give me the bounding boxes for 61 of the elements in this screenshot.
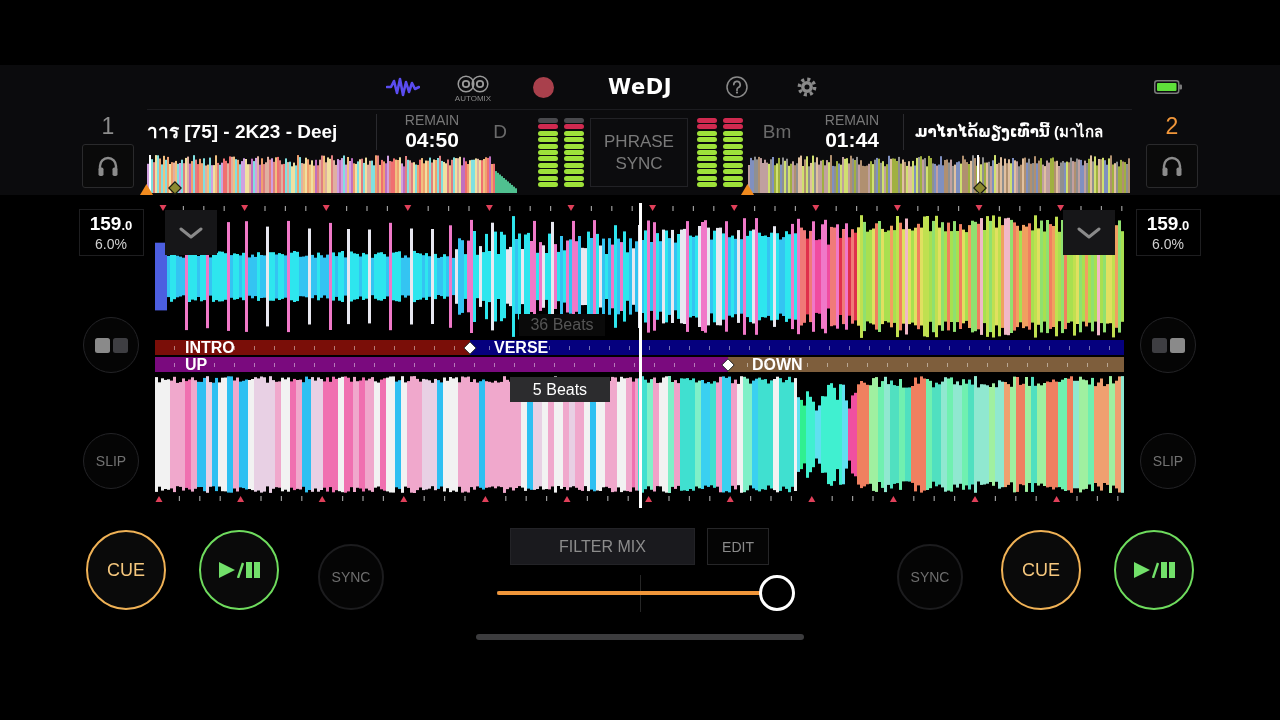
two-squares-icon — [94, 337, 128, 353]
track-title: าาร [75] - 2K23 - Deej — [147, 120, 339, 144]
help-button[interactable] — [726, 76, 748, 98]
track-title: ມາໄກໄດ້ພຽງເທົ່ານີ້ (มาไกล — [915, 121, 1104, 143]
app-logo: WeDJ — [608, 75, 672, 99]
remaining-time: 01:44 — [825, 128, 879, 151]
sync-button[interactable]: SYNC — [897, 544, 963, 610]
triangle-marker-icon — [741, 184, 754, 195]
deck-number: 1 — [101, 113, 115, 139]
crossfader-thumb[interactable] — [759, 575, 796, 611]
slip-button[interactable]: SLIP — [1140, 433, 1196, 489]
automix-button[interactable]: AUTOMIX — [454, 75, 492, 103]
cue-button[interactable]: CUE — [1001, 530, 1081, 610]
bpm-value: 159.0 — [88, 212, 134, 236]
chevron-down-icon — [179, 226, 203, 239]
remain-label: REMAIN — [824, 113, 880, 128]
play-pause-icon — [218, 562, 260, 578]
pad-mode-button[interactable] — [1140, 317, 1196, 373]
diamond-marker-icon — [463, 340, 477, 355]
filter-mix-button[interactable]: FILTER MIX — [510, 528, 695, 565]
waveform-icon — [386, 77, 420, 97]
phrase-sync-button[interactable]: PHRASE SYNC — [590, 118, 688, 187]
bpm-value: 159.0 — [1145, 212, 1191, 236]
dropdown-button[interactable] — [165, 210, 217, 255]
beat-count-label: 36 Beats — [519, 314, 605, 336]
phrase-label: VERSE — [494, 340, 549, 355]
phrase-label: UP — [185, 357, 208, 372]
help-icon — [726, 76, 748, 98]
pad-mode-button[interactable] — [83, 317, 139, 373]
settings-icon — [797, 77, 817, 97]
pitch-value: 6.0% — [1151, 236, 1185, 252]
key-label: Bm — [761, 121, 793, 143]
settings-button[interactable] — [797, 77, 817, 97]
beat-count-label: 5 Beats — [510, 377, 610, 402]
diamond-marker-icon — [168, 181, 182, 195]
chevron-down-icon — [1077, 226, 1101, 239]
phrase-label: DOWN — [752, 357, 803, 372]
remain-label: REMAIN — [404, 113, 460, 128]
phrase-label: INTRO — [185, 340, 235, 355]
diamond-marker-icon — [973, 181, 987, 195]
deck-number: 2 — [1165, 113, 1179, 139]
diamond-marker-icon — [721, 357, 735, 372]
headphones-icon — [1160, 155, 1184, 177]
dropdown-button[interactable] — [1063, 210, 1115, 255]
two-squares-icon — [1151, 337, 1185, 353]
triangle-marker-icon — [140, 184, 153, 195]
headphone-cue-button[interactable] — [82, 144, 134, 188]
pitch-value: 6.0% — [94, 236, 128, 252]
play-pause-icon — [1133, 562, 1175, 578]
cue-button[interactable]: CUE — [86, 530, 166, 610]
headphones-icon — [96, 155, 120, 177]
sync-button[interactable]: SYNC — [318, 544, 384, 610]
record-button[interactable] — [532, 76, 554, 98]
battery-icon — [1154, 80, 1182, 94]
slip-button[interactable]: SLIP — [83, 433, 139, 489]
edit-button[interactable]: EDIT — [707, 528, 769, 565]
remaining-time: 04:50 — [405, 128, 459, 151]
waveform-view-button[interactable] — [386, 77, 420, 97]
double-circle-icon — [457, 75, 489, 93]
key-label: D — [492, 121, 508, 143]
headphone-cue-button[interactable] — [1146, 144, 1198, 188]
